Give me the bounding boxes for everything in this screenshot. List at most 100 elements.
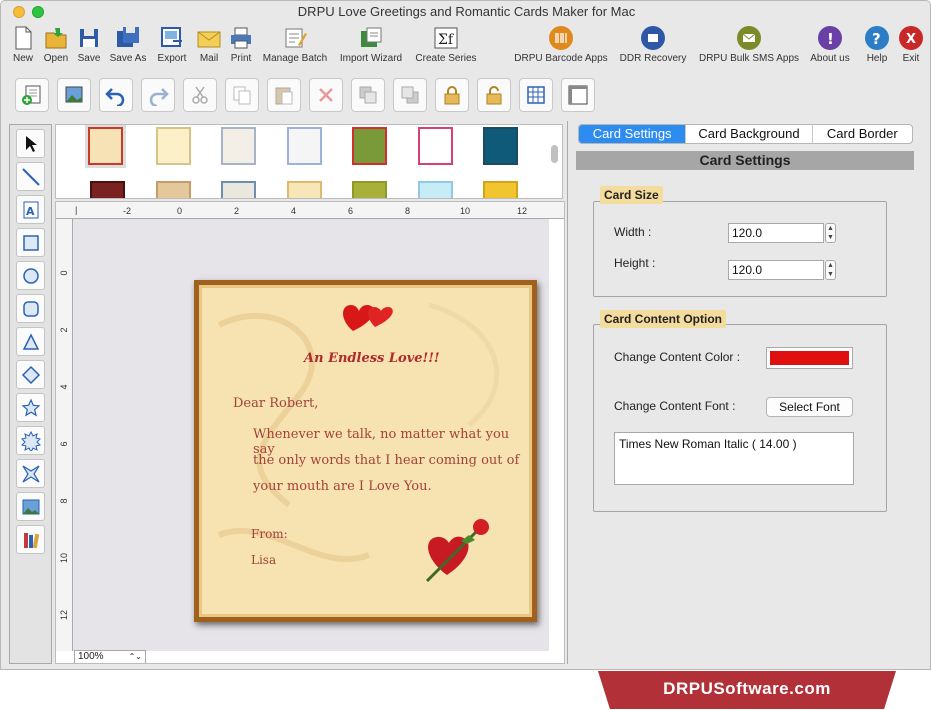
template-thumbnail[interactable] — [287, 181, 322, 198]
exit-button[interactable]: X Exit — [897, 25, 925, 64]
triangle-tool[interactable] — [16, 327, 45, 356]
select-font-button[interactable]: Select Font — [766, 397, 853, 417]
cut-button[interactable] — [183, 78, 217, 112]
star-tool[interactable] — [16, 393, 45, 422]
template-thumbnail[interactable] — [483, 127, 518, 165]
design-canvas-area: | -2 0 2 4 6 8 10 12 0 2 4 6 8 10 12 An … — [55, 201, 565, 664]
text-tool[interactable]: A — [16, 195, 45, 224]
help-button[interactable]: ? Help — [863, 25, 891, 64]
ellipse-tool[interactable] — [16, 261, 45, 290]
minimize-window-button[interactable] — [13, 6, 25, 18]
image-icon — [65, 86, 83, 103]
card-size-title: Card Size — [600, 186, 663, 204]
diamond-tool[interactable] — [16, 360, 45, 389]
new-button[interactable]: New — [9, 25, 37, 64]
height-field[interactable]: 120.0 — [728, 260, 824, 280]
export-icon — [161, 27, 182, 47]
card-body-line[interactable]: the only words that I hear coming out of — [253, 453, 519, 468]
save-button[interactable]: Save — [75, 25, 103, 64]
width-field[interactable]: 120.0 — [728, 223, 824, 243]
grid-icon — [527, 86, 545, 104]
template-thumbnail[interactable] — [88, 127, 123, 165]
copy-button[interactable] — [225, 78, 259, 112]
template-thumbnail[interactable] — [221, 127, 256, 165]
rounded-rectangle-tool[interactable] — [16, 294, 45, 323]
template-thumbnail[interactable] — [352, 127, 387, 165]
card-signer[interactable]: Lisa — [251, 553, 276, 567]
gallery-scrollbar[interactable] — [551, 145, 558, 163]
tab-card-border[interactable]: Card Border — [813, 125, 912, 143]
export-button[interactable]: Export — [153, 25, 191, 64]
sparkle-tool[interactable] — [16, 459, 45, 488]
mail-button[interactable]: Mail — [195, 25, 223, 64]
bring-forward-button[interactable] — [351, 78, 385, 112]
add-item-button[interactable] — [15, 78, 49, 112]
template-thumbnail[interactable] — [156, 181, 191, 198]
create-series-button[interactable]: Σf Create Series — [411, 25, 481, 64]
ddr-recovery-button[interactable]: DDR Recovery — [617, 25, 689, 64]
zoom-select[interactable]: 100% ⌃⌄ — [74, 650, 146, 663]
width-stepper[interactable]: ▲ ▼ — [825, 223, 836, 243]
template-thumbnail[interactable] — [156, 127, 191, 165]
redo-icon — [149, 88, 169, 106]
about-us-button[interactable]: ! About us — [807, 25, 853, 64]
line-icon — [21, 167, 40, 186]
rose-heart-icon — [425, 519, 489, 583]
picture-tool[interactable] — [16, 492, 45, 521]
template-thumbnail[interactable] — [418, 127, 453, 165]
template-thumbnail[interactable] — [287, 127, 322, 165]
exit-close-icon: X — [899, 26, 923, 50]
copy-icon — [233, 86, 251, 105]
print-button[interactable]: Print — [227, 25, 255, 64]
grid-button[interactable] — [519, 78, 553, 112]
batch-edit-icon — [285, 28, 307, 48]
insert-image-button[interactable] — [57, 78, 91, 112]
drpu-bulk-sms-apps-button[interactable]: DRPU Bulk SMS Apps — [695, 25, 803, 64]
burst-icon — [20, 430, 41, 451]
lock-button[interactable] — [435, 78, 469, 112]
card-body-line[interactable]: your mouth are I Love You. — [253, 479, 432, 494]
greeting-card[interactable]: An Endless Love!!! Dear Robert, Whenever… — [194, 280, 537, 622]
save-as-button[interactable]: Save As — [107, 25, 149, 64]
unlock-button[interactable] — [477, 78, 511, 112]
card-content-option-title: Card Content Option — [600, 310, 726, 328]
height-stepper[interactable]: ▲ ▼ — [825, 260, 836, 280]
template-thumbnail[interactable] — [221, 181, 256, 198]
tab-card-background[interactable]: Card Background — [686, 125, 813, 143]
rectangle-tool[interactable] — [16, 228, 45, 257]
paste-button[interactable] — [267, 78, 301, 112]
template-thumbnail[interactable] — [483, 181, 518, 198]
delete-x-icon — [319, 88, 333, 102]
mail-envelope-icon — [197, 31, 221, 48]
card-heading[interactable]: An Endless Love!!! — [304, 351, 440, 366]
burst-tool[interactable] — [16, 426, 45, 455]
delete-button[interactable] — [309, 78, 343, 112]
font-display-box: Times New Roman Italic ( 14.00 ) — [614, 432, 854, 485]
series-sigma-icon: Σf — [434, 27, 458, 49]
import-wizard-button[interactable]: Import Wizard — [335, 25, 407, 64]
template-thumbnail[interactable] — [418, 181, 453, 198]
template-thumbnail[interactable] — [352, 181, 387, 198]
select-tool[interactable] — [16, 129, 45, 158]
card-from-label[interactable]: From: — [251, 527, 288, 541]
card-greeting[interactable]: Dear Robert, — [233, 396, 318, 411]
drpu-barcode-apps-button[interactable]: DRPU Barcode Apps — [511, 25, 611, 64]
printer-icon — [231, 27, 251, 49]
content-color-well[interactable] — [766, 347, 853, 369]
panel-header: Card Settings — [576, 151, 914, 170]
manage-batch-button[interactable]: Manage Batch — [259, 25, 331, 64]
open-folder-icon — [45, 28, 67, 49]
svg-text:X: X — [906, 32, 916, 47]
send-backward-button[interactable] — [393, 78, 427, 112]
open-button[interactable]: Open — [41, 25, 71, 64]
template-thumbnail[interactable] — [90, 181, 125, 198]
about-info-icon: ! — [818, 26, 842, 50]
line-tool[interactable] — [16, 162, 45, 191]
card-size-group — [593, 201, 887, 297]
undo-button[interactable] — [99, 78, 133, 112]
library-tool[interactable] — [16, 525, 45, 554]
redo-button[interactable] — [141, 78, 175, 112]
zoom-window-button[interactable] — [32, 6, 44, 18]
tab-card-settings[interactable]: Card Settings — [579, 125, 687, 143]
ruler-button[interactable] — [561, 78, 595, 112]
